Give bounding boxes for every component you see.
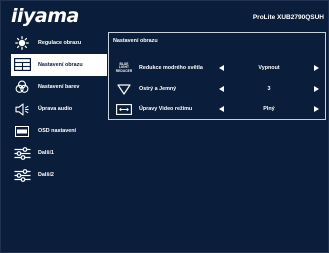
sidebar-item-uprava-audio[interactable]: Úprava audio <box>11 98 107 120</box>
setting-value: Vypnout <box>258 65 280 71</box>
brand-logo: iiyama <box>11 5 79 27</box>
settings-panel: Nastavení obrazu BLUE LIGHT REDUCER Redu… <box>108 32 326 120</box>
sidebar-item-label: Další1 <box>38 150 54 157</box>
decrease-arrow-icon[interactable] <box>219 106 224 112</box>
setting-label: Redukce modrého světla <box>139 65 203 71</box>
blue-light-icon-text: REDUCER <box>115 68 133 73</box>
color-settings-icon <box>13 80 31 94</box>
triangle-down-icon <box>115 82 133 96</box>
sidebar-item-dalsi2[interactable]: Další2 <box>11 165 107 187</box>
display-settings-icon <box>13 58 31 72</box>
sliders-icon <box>13 168 31 182</box>
decrease-arrow-icon[interactable] <box>219 86 224 92</box>
speaker-icon <box>13 102 31 116</box>
sidebar-item-dalsi1[interactable]: Další1 <box>11 142 107 164</box>
osd-icon <box>13 124 31 138</box>
sidebar-item-label: Nastavení barev <box>38 83 80 90</box>
setting-row-blue-light-reducer[interactable]: BLUE LIGHT REDUCER Redukce modrého světl… <box>109 61 325 75</box>
setting-label: Ostrý a Jemný <box>139 86 177 92</box>
sliders-icon <box>13 146 31 160</box>
blue-light-icon: BLUE LIGHT REDUCER <box>115 61 133 75</box>
decrease-arrow-icon[interactable] <box>219 65 224 71</box>
setting-row-sharpness[interactable]: Ostrý a Jemný 3 <box>109 82 325 96</box>
sidebar: Regulace obrazu Nastavení obrazu Nastave… <box>11 32 107 187</box>
increase-arrow-icon[interactable] <box>314 86 319 92</box>
panel-title: Nastavení obrazu <box>113 38 158 44</box>
setting-value: Plný <box>263 106 275 112</box>
model-name: ProLite XUB2790QSUH <box>252 14 324 21</box>
increase-arrow-icon[interactable] <box>314 65 319 71</box>
sidebar-item-label: Nastavení obrazu <box>38 61 83 68</box>
increase-arrow-icon[interactable] <box>314 106 319 112</box>
sidebar-item-label: OSD nastavení <box>38 128 77 135</box>
sidebar-item-label: Úprava audio <box>38 106 73 113</box>
setting-value: 3 <box>267 86 271 92</box>
video-mode-icon <box>115 102 133 116</box>
osd-window: iiyama ProLite XUB2790QSUH Regulace obra… <box>0 0 329 253</box>
sidebar-item-regulace-obrazu[interactable]: Regulace obrazu <box>11 32 107 54</box>
brightness-icon <box>13 35 31 50</box>
setting-label: Úpravy Video režimu <box>139 106 193 112</box>
sidebar-item-nastaveni-barev[interactable]: Nastavení barev <box>11 76 107 98</box>
sidebar-item-osd-nastaveni[interactable]: OSD nastavení <box>11 120 107 142</box>
sidebar-item-label: Další2 <box>38 172 54 179</box>
sidebar-item-nastaveni-obrazu[interactable]: Nastavení obrazu <box>11 54 107 76</box>
setting-row-video-mode[interactable]: Úpravy Video režimu Plný <box>109 102 325 116</box>
sidebar-item-label: Regulace obrazu <box>38 39 82 46</box>
